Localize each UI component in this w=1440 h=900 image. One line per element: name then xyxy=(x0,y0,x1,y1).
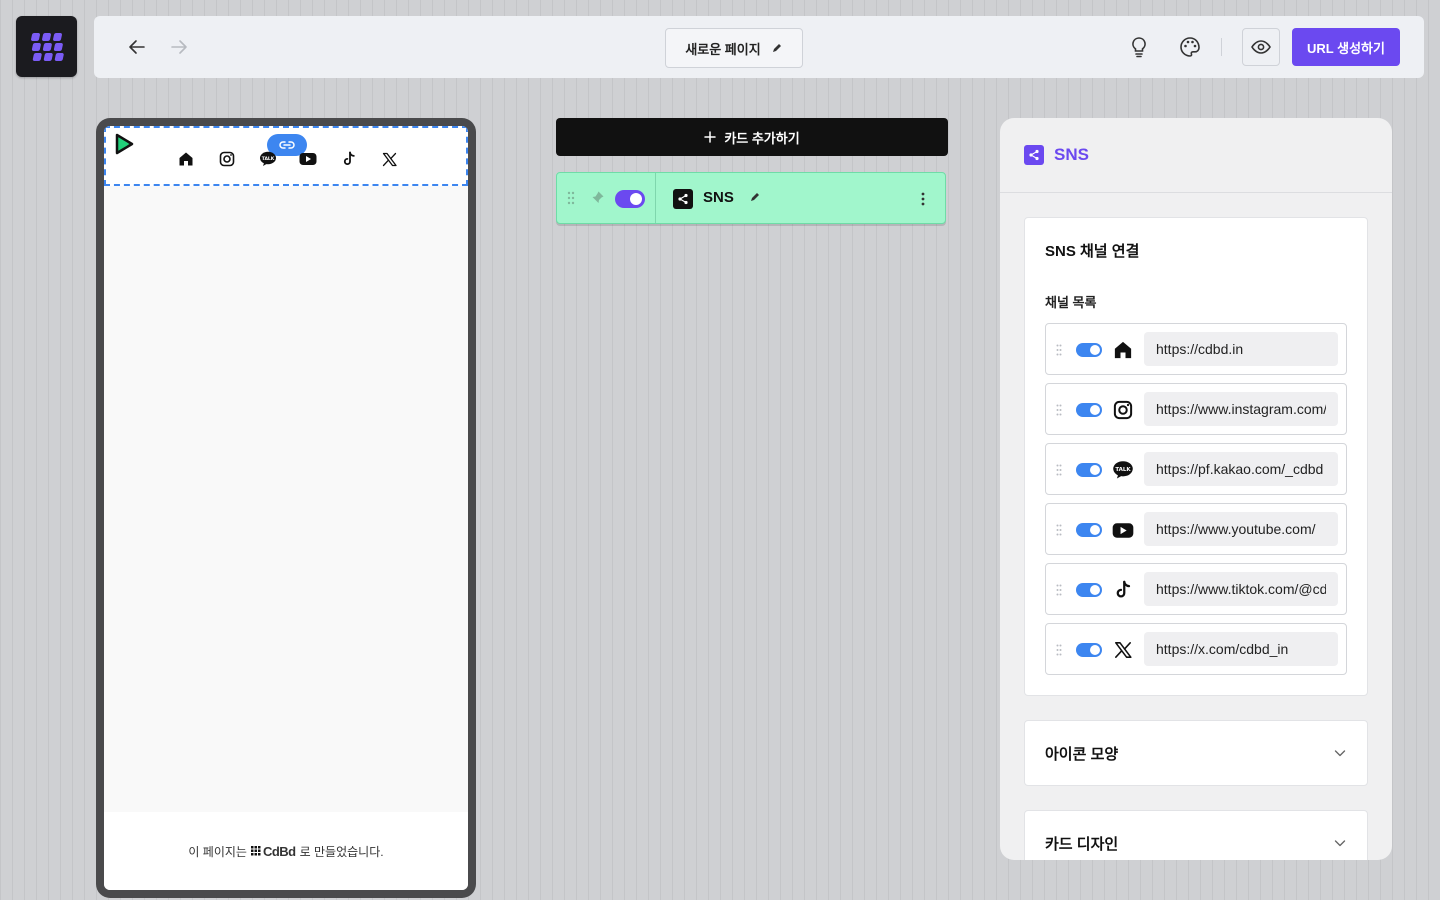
card-item-sns[interactable]: SNS xyxy=(556,172,946,224)
card-visibility-toggle[interactable] xyxy=(615,190,645,208)
drag-handle-icon[interactable] xyxy=(1056,403,1062,421)
generate-url-button[interactable]: URL 생성하기 xyxy=(1292,28,1400,66)
svg-text:TALK: TALK xyxy=(1115,467,1131,473)
home-icon xyxy=(1112,339,1134,361)
kakaotalk-icon: TALK xyxy=(1112,459,1134,481)
sns-icon-row: TALK xyxy=(176,148,400,170)
channel-row xyxy=(1045,323,1347,375)
add-card-button[interactable]: 카드 추가하기 xyxy=(556,118,948,156)
logo-icon xyxy=(30,32,64,61)
channel-url-input[interactable] xyxy=(1144,392,1338,426)
instagram-icon[interactable] xyxy=(217,149,237,169)
app-logo[interactable] xyxy=(16,16,77,77)
channel-list-label: 채널 목록 xyxy=(1045,295,1097,310)
plus-icon xyxy=(704,131,717,143)
channel-toggle[interactable] xyxy=(1076,643,1102,657)
back-button[interactable] xyxy=(122,32,152,62)
tips-button[interactable] xyxy=(1124,32,1154,62)
channel-url-input[interactable] xyxy=(1144,332,1338,366)
panel-header: SNS xyxy=(1000,118,1392,193)
youtube-icon xyxy=(1112,519,1134,541)
pencil-icon xyxy=(772,44,781,52)
lightbulb-icon xyxy=(1132,37,1146,58)
channel-toggle[interactable] xyxy=(1076,583,1102,597)
phone-preview: TALK 이 페이지는 CdBd 로 만들었습니다. xyxy=(96,118,476,898)
channel-toggle[interactable] xyxy=(1076,403,1102,417)
eye-icon xyxy=(1251,40,1271,54)
page-title: 새로운 페이지 xyxy=(685,41,761,57)
channel-row: TALK xyxy=(1045,443,1347,495)
palette-icon xyxy=(1180,37,1200,57)
drag-handle-icon[interactable] xyxy=(1056,643,1062,661)
chevron-down-icon xyxy=(1334,840,1346,847)
more-vertical-icon[interactable] xyxy=(913,189,933,209)
settings-panel: SNS SNS 채널 연결 채널 목록 TALK 아이콘 모양 카드 디자인 xyxy=(1000,118,1392,860)
channel-row xyxy=(1045,503,1347,555)
forward-button[interactable] xyxy=(164,32,194,62)
add-card-label: 카드 추가하기 xyxy=(724,130,800,146)
drag-handle-icon[interactable] xyxy=(567,191,575,205)
play-logo-icon xyxy=(115,133,134,155)
home-icon[interactable] xyxy=(176,149,196,169)
card-design-section[interactable]: 카드 디자인 xyxy=(1024,810,1368,860)
footer-brand-text: CdBd xyxy=(262,843,296,859)
footer-brand[interactable]: CdBd xyxy=(250,843,296,859)
arrow-left-icon xyxy=(129,40,145,54)
channel-url-input[interactable] xyxy=(1144,452,1338,486)
channel-url-input[interactable] xyxy=(1144,572,1338,606)
tiktok-icon[interactable] xyxy=(339,149,359,169)
sns-card-preview[interactable]: TALK xyxy=(104,126,468,186)
chevron-down-icon xyxy=(1334,750,1346,757)
footer-suffix: 로 만들었습니다. xyxy=(299,844,384,859)
footer-prefix: 이 페이지는 xyxy=(188,844,247,859)
x-icon[interactable] xyxy=(380,149,400,169)
svg-text:TALK: TALK xyxy=(261,156,274,162)
section-title: 카드 디자인 xyxy=(1045,835,1119,853)
youtube-icon[interactable] xyxy=(298,149,318,169)
theme-button[interactable] xyxy=(1175,32,1205,62)
pin-icon[interactable] xyxy=(589,190,605,206)
arrow-right-icon xyxy=(171,40,187,54)
kakaotalk-icon[interactable]: TALK xyxy=(258,149,278,169)
drag-handle-icon[interactable] xyxy=(1056,583,1062,601)
preview-button[interactable] xyxy=(1242,28,1280,66)
brand-mark-icon xyxy=(250,846,261,856)
share-icon xyxy=(673,189,693,209)
panel-title: SNS xyxy=(1054,145,1089,164)
drag-handle-icon[interactable] xyxy=(1056,343,1062,361)
channel-url-input[interactable] xyxy=(1144,632,1338,666)
share-icon xyxy=(1024,145,1044,165)
icon-shape-section[interactable]: 아이콘 모양 xyxy=(1024,720,1368,786)
drag-handle-icon[interactable] xyxy=(1056,523,1062,541)
channel-url-input[interactable] xyxy=(1144,512,1338,546)
sns-connect-section: SNS 채널 연결 채널 목록 TALK xyxy=(1024,217,1368,696)
drag-handle-icon[interactable] xyxy=(1056,463,1062,481)
section-title: 아이콘 모양 xyxy=(1045,745,1119,763)
tiktok-icon xyxy=(1112,579,1134,601)
instagram-icon xyxy=(1112,399,1134,421)
channel-toggle[interactable] xyxy=(1076,343,1102,357)
section-title: SNS 채널 연결 xyxy=(1045,243,1140,260)
card-title: SNS xyxy=(703,189,734,206)
x-icon xyxy=(1112,639,1134,661)
phone-footer: 이 페이지는 CdBd 로 만들었습니다. xyxy=(104,812,468,890)
phone-screen: TALK 이 페이지는 CdBd 로 만들었습니다. xyxy=(104,126,468,890)
channel-toggle[interactable] xyxy=(1076,523,1102,537)
page-title-button[interactable]: 새로운 페이지 xyxy=(665,28,803,68)
toolbar-divider xyxy=(1221,38,1222,56)
channel-toggle[interactable] xyxy=(1076,463,1102,477)
channel-row xyxy=(1045,623,1347,675)
channel-row xyxy=(1045,563,1347,615)
channel-row xyxy=(1045,383,1347,435)
top-toolbar: 새로운 페이지 URL 생성하기 xyxy=(94,16,1424,78)
card-controls xyxy=(557,173,656,223)
edit-pencil-icon[interactable] xyxy=(749,191,761,203)
